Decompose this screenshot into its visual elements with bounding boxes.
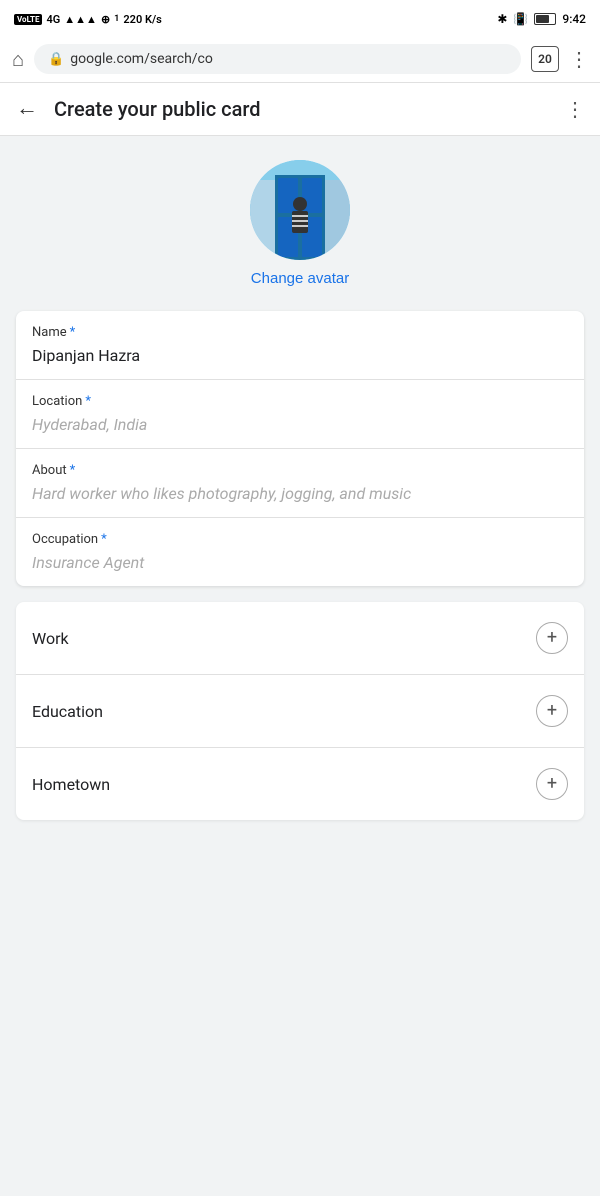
home-button[interactable]: ⌂ [12, 47, 24, 72]
education-label: Education [32, 702, 103, 721]
volte-badge: VoLTE [14, 14, 42, 25]
work-add-button[interactable]: + [536, 622, 568, 654]
work-label: Work [32, 629, 69, 648]
header-menu-button[interactable]: ⋮ [565, 97, 584, 121]
sim-number: 1 [114, 14, 119, 24]
form-card: Name * Dipanjan Hazra Location * Hyderab… [16, 311, 584, 586]
occupation-field[interactable]: Occupation * Insurance Agent [16, 518, 584, 586]
clock: 9:42 [562, 12, 586, 26]
url-text: google.com/search/co [70, 51, 213, 67]
avatar-section: Change avatar [16, 160, 584, 287]
status-right: ✱ 📳 9:42 [497, 12, 586, 26]
change-avatar-button[interactable]: Change avatar [251, 270, 349, 287]
back-button[interactable]: ← [16, 98, 38, 120]
location-label: Location * [32, 394, 568, 409]
page-header: ← Create your public card ⋮ [0, 83, 600, 136]
hometown-expand-item[interactable]: Hometown + [16, 748, 584, 820]
about-placeholder[interactable]: Hard worker who likes photography, joggi… [32, 482, 568, 505]
name-required: * [70, 325, 76, 340]
about-label: About * [32, 463, 568, 478]
data-speed: 220 K/s [123, 13, 161, 26]
network-type: 4G [46, 13, 60, 26]
tab-count-badge[interactable]: 20 [531, 46, 559, 72]
vibrate-icon: 📳 [513, 12, 528, 26]
about-field[interactable]: About * Hard worker who likes photograph… [16, 449, 584, 518]
avatar [250, 160, 350, 260]
browser-menu-button[interactable]: ⋮ [569, 47, 588, 71]
status-left: VoLTE 4G ▲▲▲ ⊕ 1 220 K/s [14, 13, 162, 26]
signal-bars: ▲▲▲ [64, 13, 97, 26]
location-placeholder[interactable]: Hyderabad, India [32, 413, 568, 436]
name-value[interactable]: Dipanjan Hazra [32, 344, 568, 367]
education-add-button[interactable]: + [536, 695, 568, 727]
battery-icon [534, 13, 556, 25]
hometown-label: Hometown [32, 775, 110, 794]
hometown-add-button[interactable]: + [536, 768, 568, 800]
page-title: Create your public card [54, 97, 549, 121]
about-required: * [70, 463, 76, 478]
location-required: * [85, 394, 91, 409]
main-content: Change avatar Name * Dipanjan Hazra Loca… [0, 136, 600, 836]
wifi-icon: ⊕ [101, 13, 110, 26]
occupation-placeholder[interactable]: Insurance Agent [32, 551, 568, 574]
browser-bar: ⌂ 🔒 google.com/search/co 20 ⋮ [0, 36, 600, 83]
expand-sections: Work + Education + Hometown + [16, 602, 584, 820]
avatar-image [250, 160, 350, 260]
lock-icon: 🔒 [48, 52, 64, 67]
occupation-label: Occupation * [32, 532, 568, 547]
status-bar: VoLTE 4G ▲▲▲ ⊕ 1 220 K/s ✱ 📳 9:42 [0, 0, 600, 36]
bluetooth-icon: ✱ [497, 12, 507, 26]
work-expand-item[interactable]: Work + [16, 602, 584, 675]
location-field[interactable]: Location * Hyderabad, India [16, 380, 584, 449]
name-label: Name * [32, 325, 568, 340]
education-expand-item[interactable]: Education + [16, 675, 584, 748]
url-bar[interactable]: 🔒 google.com/search/co [34, 44, 521, 74]
name-field[interactable]: Name * Dipanjan Hazra [16, 311, 584, 380]
occupation-required: * [101, 532, 107, 547]
